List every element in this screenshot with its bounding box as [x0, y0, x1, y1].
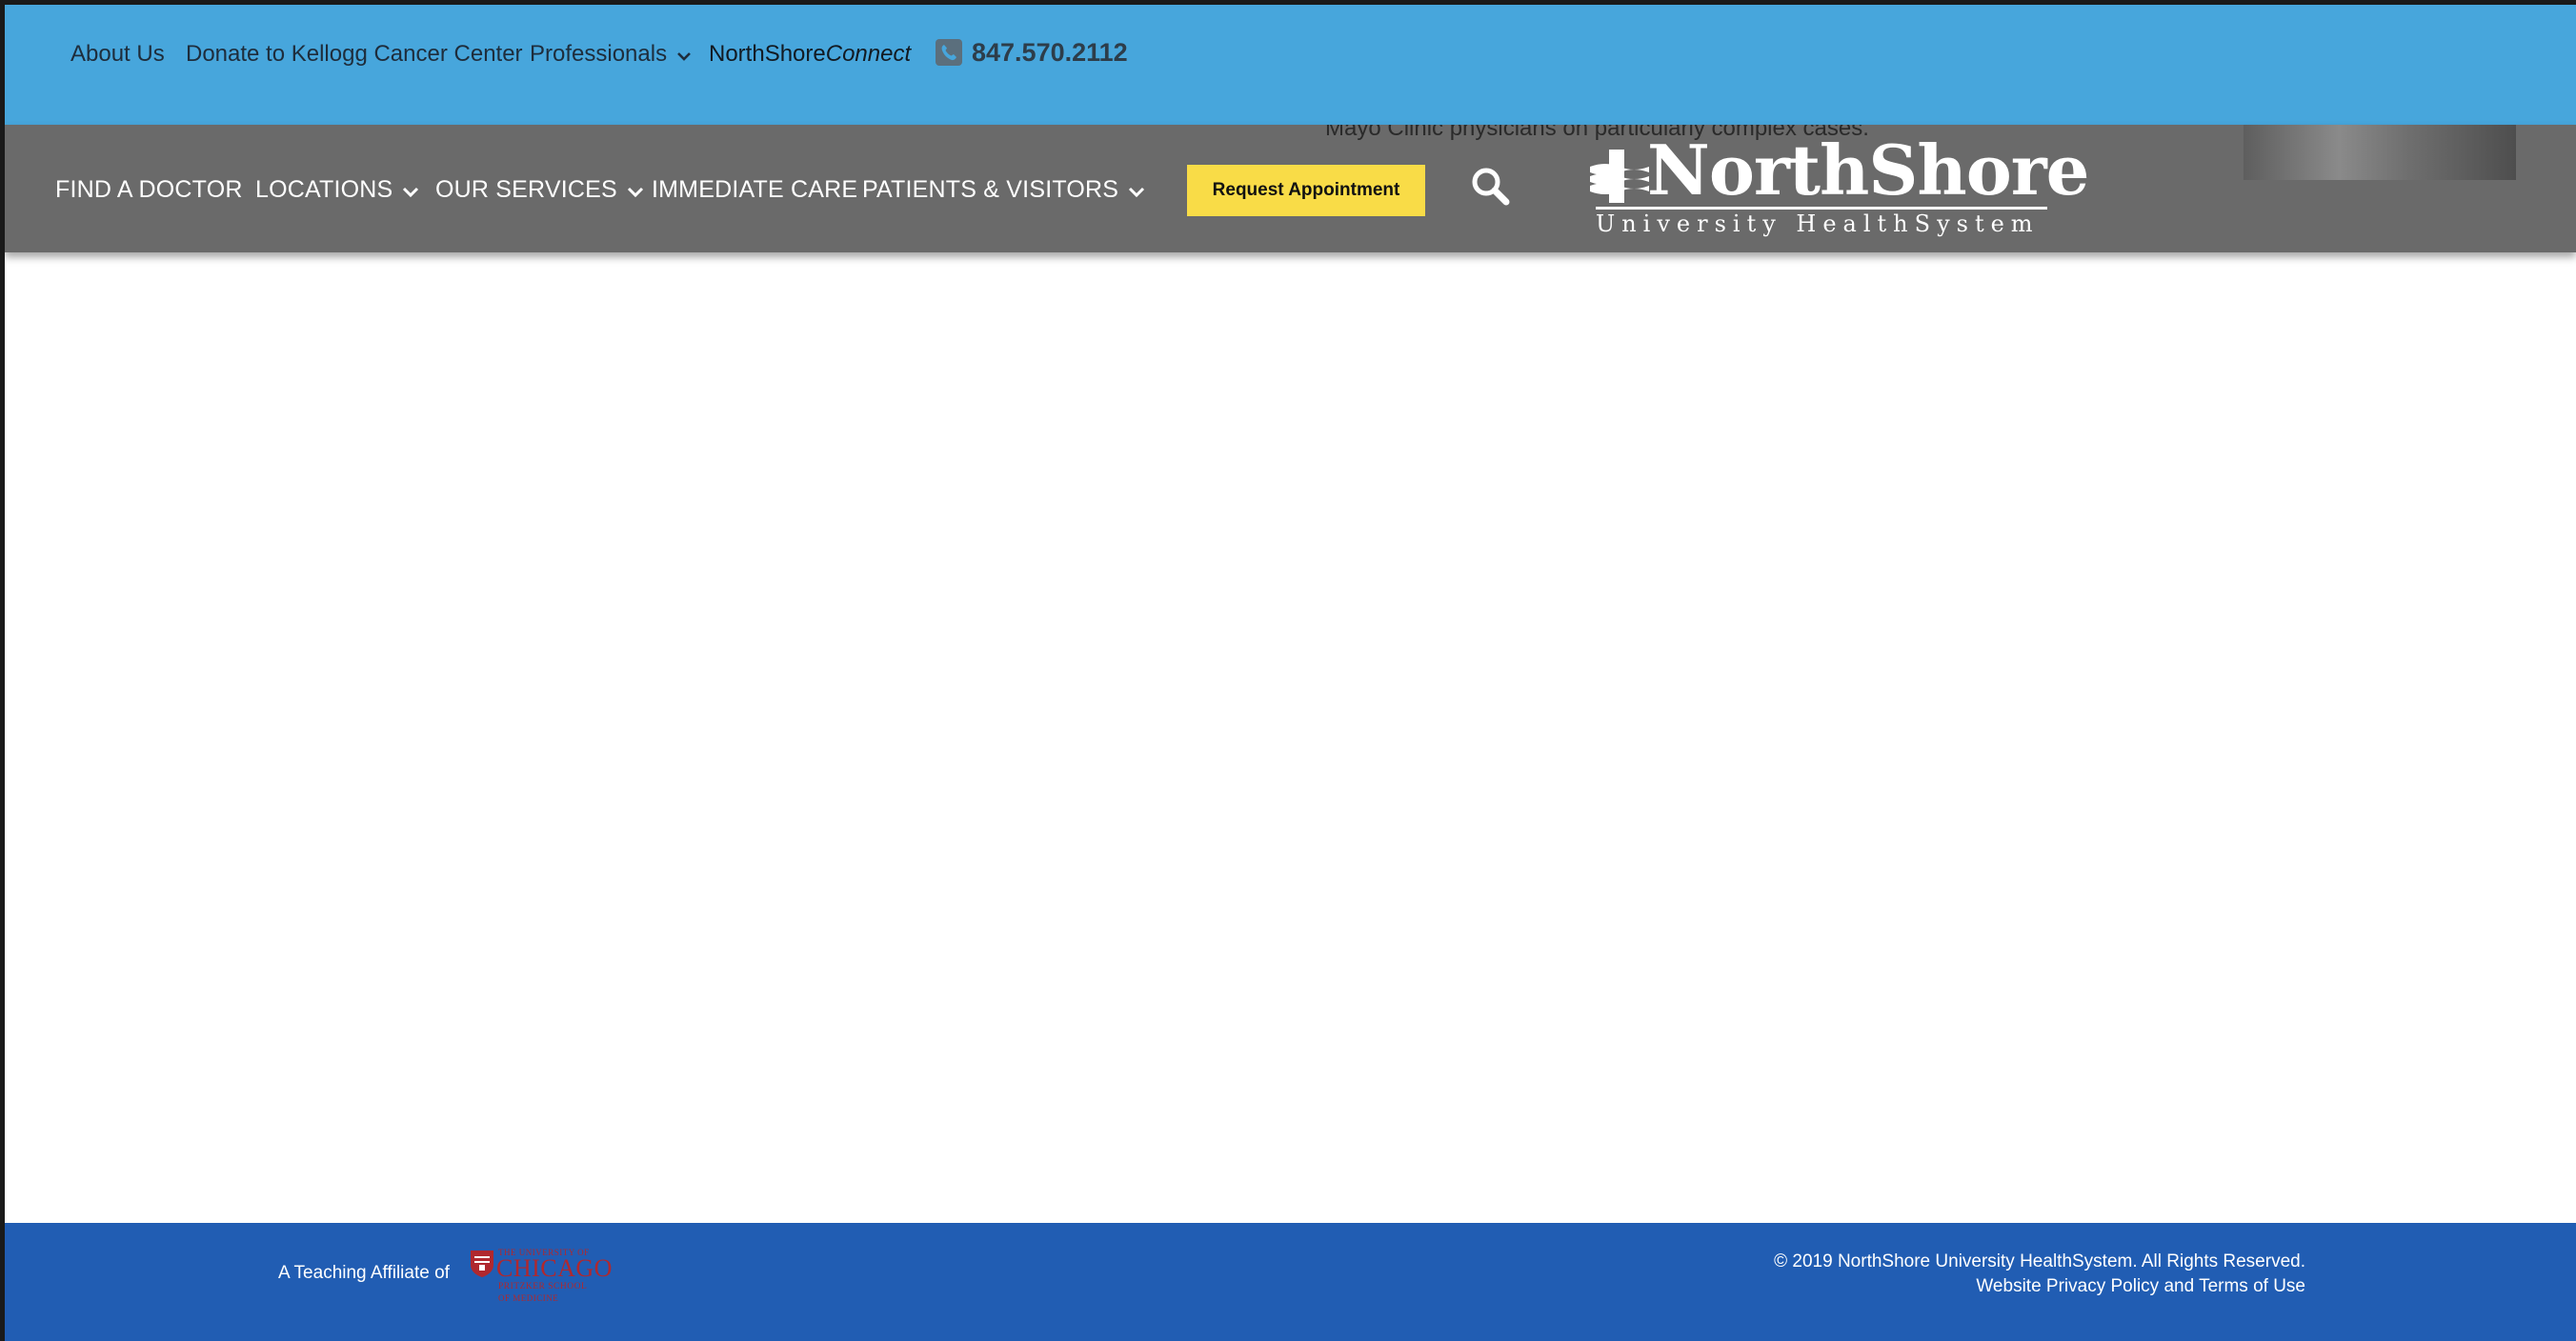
phone-icon: [936, 39, 962, 66]
nav-find-a-doctor[interactable]: FIND A DOCTOR: [55, 174, 243, 205]
window-edge-top: [0, 0, 2576, 5]
footer-copyright-block: © 2019 NorthShore University HealthSyste…: [1774, 1250, 2305, 1299]
site-footer: A Teaching Affiliate of THE UNIVERSITY O…: [5, 1223, 2576, 1341]
shield-icon: [471, 1251, 493, 1277]
nav-immediate-care[interactable]: IMMEDIATE CARE: [652, 174, 857, 205]
main-content: [5, 252, 2576, 1223]
northshore-connect-link[interactable]: NorthShoreConnect: [709, 39, 911, 70]
nav-our-services-label: OUR SERVICES: [435, 176, 617, 203]
main-nav-bar: Mayo Clinic physicians on particularly c…: [5, 125, 2576, 252]
about-us-link[interactable]: About Us: [70, 39, 165, 70]
uchicago-line4: OF MEDICINE: [498, 1293, 559, 1303]
chevron-down-icon: [627, 175, 644, 206]
chevron-down-icon: [676, 40, 692, 70]
uchicago-pritzker-logo[interactable]: THE UNIVERSITY OF CHICAGO PRITZKER SCHOO…: [464, 1246, 612, 1303]
uchicago-line3: PRITZKER SCHOOL: [498, 1282, 588, 1291]
donate-link[interactable]: Donate to Kellogg Cancer Center: [186, 39, 523, 70]
privacy-policy-link[interactable]: Website Privacy Policy and Terms of Use: [1976, 1276, 2305, 1296]
cross-logo-icon: [1590, 150, 1649, 203]
background-photo: [2244, 125, 2516, 180]
connect-suffix: Connect: [825, 41, 912, 67]
phone-number[interactable]: 847.570.2112: [936, 35, 1128, 70]
nav-locations[interactable]: LOCATIONS: [255, 174, 419, 206]
window-edge-left: [0, 0, 5, 1341]
nav-patients-visitors-label: PATIENTS & VISITORS: [862, 176, 1119, 203]
copyright-text: © 2019 NorthShore University HealthSyste…: [1774, 1251, 2305, 1271]
nav-our-services[interactable]: OUR SERVICES: [435, 174, 644, 206]
northshore-logo[interactable]: NorthShore University HealthSystem: [1590, 132, 2089, 236]
chevron-down-icon: [402, 175, 419, 206]
request-appointment-button[interactable]: Request Appointment: [1187, 165, 1425, 216]
phone-text: 847.570.2112: [972, 37, 1128, 67]
logo-name: NorthShore: [1647, 130, 2089, 210]
professionals-label: Professionals: [530, 41, 668, 67]
connect-prefix: NorthShore: [709, 41, 826, 67]
chevron-down-icon: [1128, 175, 1145, 206]
logo-subtitle: University HealthSystem: [1596, 207, 2047, 236]
nav-patients-visitors[interactable]: PATIENTS & VISITORS: [862, 174, 1145, 206]
uchicago-line2: CHICAGO: [496, 1254, 613, 1282]
nav-locations-label: LOCATIONS: [255, 176, 393, 203]
search-icon[interactable]: [1469, 165, 1513, 209]
utility-bar: About Us Donate to Kellogg Cancer Center…: [5, 5, 2576, 125]
professionals-menu[interactable]: Professionals: [530, 39, 692, 70]
teaching-affiliate-text: A Teaching Affiliate of: [278, 1263, 450, 1283]
